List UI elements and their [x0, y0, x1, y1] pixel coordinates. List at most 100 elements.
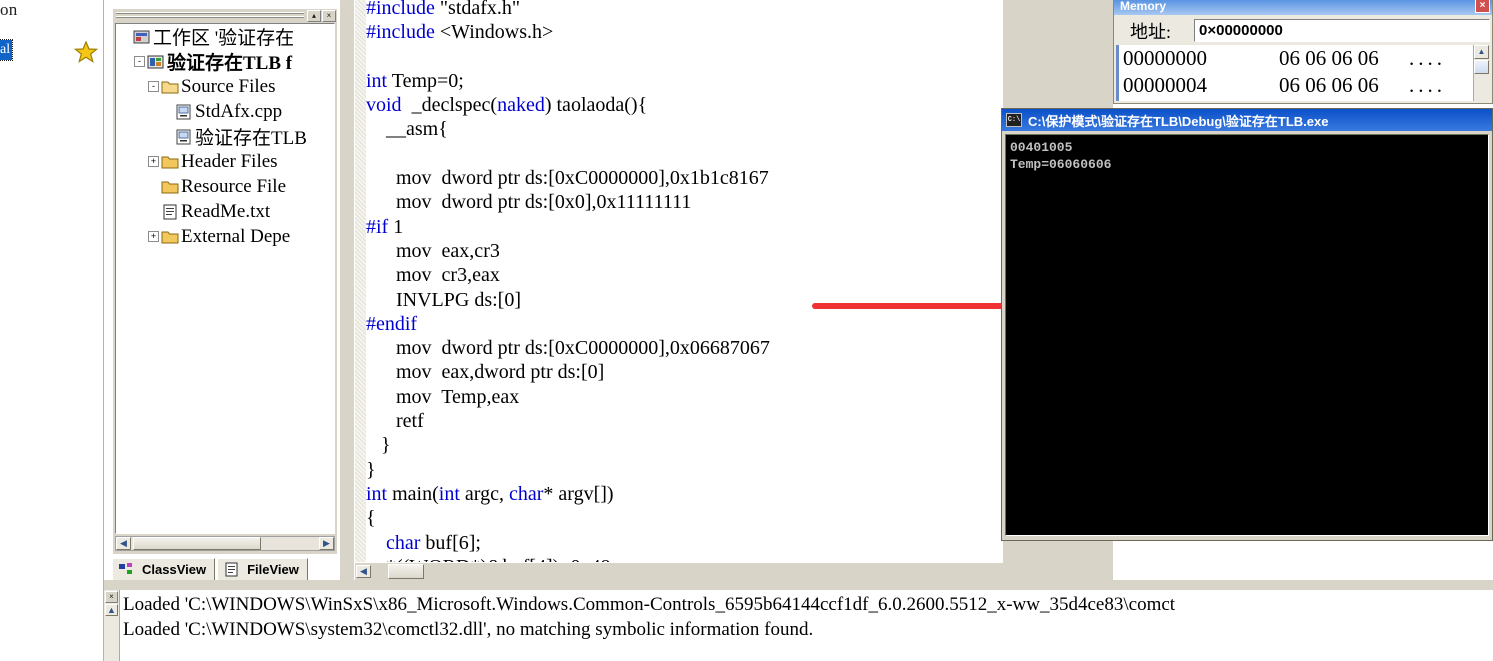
tree-item-label: Resource File — [181, 175, 287, 197]
code-token: __asm — [366, 118, 439, 141]
tree-item[interactable]: + External Depe — [116, 224, 334, 249]
tree-item-label: ReadMe.txt — [181, 200, 271, 222]
tab-fileview[interactable]: FileView — [217, 558, 308, 580]
output-scroll-up-button[interactable]: ▲ — [105, 604, 118, 616]
tree-item-label: Source Files — [181, 75, 276, 97]
classview-icon — [119, 562, 132, 574]
memory-row[interactable]: 00000000 06 06 06 06.... — [1119, 45, 1490, 72]
code-token: mov eax,dword ptr ds:[0] — [366, 361, 605, 384]
memory-vertical-scrollbar[interactable]: ▲ — [1473, 45, 1490, 101]
code-line: #include <Windows.h> — [366, 20, 1003, 44]
tree-item-label: StdAfx.cpp — [195, 100, 283, 122]
workspace-icon — [133, 30, 150, 43]
code-editor[interactable]: #include "stdafx.h" #include <Windows.h> … — [355, 0, 1003, 562]
memory-ascii: .... — [1409, 100, 1446, 101]
code-token: *((WORD*)&buf[4])=0x48; — [366, 556, 616, 562]
memory-window: Memory × 地址: 0×00000000 00000000 06 06 06… — [1113, 0, 1493, 104]
code-line: int main(int argc, char* argv[]) — [366, 482, 1003, 506]
code-token: Temp=0; — [387, 69, 464, 92]
tab-classview[interactable]: ClassView — [112, 558, 216, 580]
code-token: mov dword ptr ds:[0xC0000000],0x1b1c8167 — [366, 167, 769, 190]
collapse-icon[interactable]: - — [134, 56, 145, 67]
code-token: mov cr3,eax — [366, 264, 500, 287]
code-token: buf[6]; — [420, 531, 481, 554]
tree-scroll-thumb[interactable] — [133, 537, 261, 550]
tree-item[interactable]: - Source Files — [116, 74, 334, 99]
star-icon — [74, 40, 98, 63]
output-pane-top-strip — [104, 580, 1493, 588]
console-titlebar[interactable]: C:\ C:\保护模式\验证存在TLB\Debug\验证存在TLB.exe — [1002, 109, 1492, 131]
code-line: mov dword ptr ds:[0xC0000000],0x06687067 — [366, 336, 1003, 360]
code-token: int — [438, 482, 460, 505]
tree-close-button[interactable]: × — [322, 9, 336, 22]
cpp-file-icon — [176, 129, 191, 144]
code-line: mov eax,cr3 — [366, 239, 1003, 263]
expand-icon[interactable]: + — [148, 231, 159, 242]
code-token: void — [366, 94, 402, 117]
tree-drag-grip[interactable] — [116, 12, 304, 19]
tree-scroll-left-button[interactable]: ◀ — [116, 537, 131, 550]
code-token: 1 — [388, 215, 404, 238]
memory-ascii: .... — [1409, 46, 1446, 70]
code-token: INVLPG ds:[0] — [366, 288, 521, 311]
code-line: { — [366, 506, 1003, 530]
memory-hex-grid[interactable]: 00000000 06 06 06 06.... 00000004 06 06 06 … — [1116, 45, 1490, 101]
tree-item-label: Header Files — [181, 150, 278, 172]
tree-item[interactable]: ReadMe.txt — [116, 199, 334, 224]
memory-window-titlebar[interactable]: Memory × — [1114, 0, 1492, 15]
memory-scroll-thumb[interactable] — [1474, 60, 1489, 74]
workspace-tree-panel: ▴ × 工作区 '验证存在 - 验证存在TLB f - Source Files StdA… — [112, 8, 338, 555]
tree-view[interactable]: 工作区 '验证存在 - 验证存在TLB f - Source Files StdAfx.c… — [115, 23, 335, 534]
tree-item[interactable]: Resource File — [116, 174, 334, 199]
editor-scroll-left-button[interactable]: ◀ — [356, 565, 371, 578]
code-token: } — [366, 434, 391, 457]
red-underline-annotation — [812, 303, 1003, 309]
code-token: { — [438, 118, 448, 141]
folder-icon — [161, 156, 179, 168]
tree-item-label: 验证存在TLB — [195, 128, 307, 149]
memory-address-input[interactable]: 0×00000000 — [1194, 19, 1490, 42]
memory-window-title: Memory — [1120, 0, 1167, 13]
memory-address: 00000004 — [1123, 73, 1207, 97]
output-pane-scrollbar[interactable]: × ▲ — [104, 590, 120, 661]
code-token: mov dword ptr ds:[0xC0000000],0x06687067 — [366, 337, 770, 360]
output-close-button[interactable]: × — [105, 591, 118, 603]
code-line: } — [366, 458, 1003, 482]
tree-item[interactable]: + Header Files — [116, 149, 334, 174]
code-token: mov dword ptr ds:[0x0],0x11111111 — [366, 191, 692, 214]
memory-close-button[interactable]: × — [1475, 0, 1490, 13]
code-token: mov eax,cr3 — [366, 239, 500, 262]
code-line: mov eax,dword ptr ds:[0] — [366, 360, 1003, 384]
tree-scroll-right-button[interactable]: ▶ — [319, 537, 334, 550]
cpp-file-icon — [176, 104, 191, 119]
memory-row[interactable]: 0000000806 06 06 06.... — [1119, 99, 1490, 101]
tree-minimize-button[interactable]: ▴ — [307, 9, 321, 22]
tree-item[interactable]: - 验证存在TLB f — [116, 49, 334, 74]
collapse-icon[interactable]: - — [148, 81, 159, 92]
code-line: retf — [366, 409, 1003, 433]
tree-item[interactable]: 工作区 '验证存在 — [116, 24, 334, 49]
code-line: mov cr3,eax — [366, 263, 1003, 287]
editor-horizontal-scrollbar[interactable]: ◀ — [355, 563, 1003, 580]
code-line: __asm{ — [366, 117, 1003, 141]
code-line: int Temp=0; — [366, 69, 1003, 93]
code-token: mov Temp,eax — [366, 385, 520, 408]
memory-row[interactable]: 00000004 06 06 06 06.... — [1119, 72, 1490, 99]
memory-scroll-up-button[interactable]: ▲ — [1474, 45, 1489, 59]
tree-view-tabs: ClassView FileView — [112, 558, 310, 580]
left-selected-item[interactable]: al — [0, 39, 13, 61]
editor-scroll-thumb[interactable] — [388, 564, 424, 579]
tree-item[interactable]: StdAfx.cpp — [116, 99, 334, 124]
folder-open-icon — [161, 81, 179, 93]
project-icon — [147, 55, 164, 68]
tree-item[interactable]: 验证存在TLB — [116, 124, 334, 149]
tree-horizontal-scrollbar[interactable]: ◀ ▶ — [115, 536, 335, 551]
tree-item-label: 工作区 '验证存在 — [153, 28, 295, 49]
memory-hex: 06 06 06 06 — [1279, 46, 1379, 70]
editor-gutter — [355, 0, 366, 562]
code-line: #if 1 — [366, 215, 1003, 239]
code-token: <Windows.h> — [434, 21, 554, 44]
panel-splitter[interactable] — [340, 0, 354, 585]
expand-icon[interactable]: + — [148, 156, 159, 167]
source-code[interactable]: #include "stdafx.h" #include <Windows.h> … — [366, 0, 1003, 562]
